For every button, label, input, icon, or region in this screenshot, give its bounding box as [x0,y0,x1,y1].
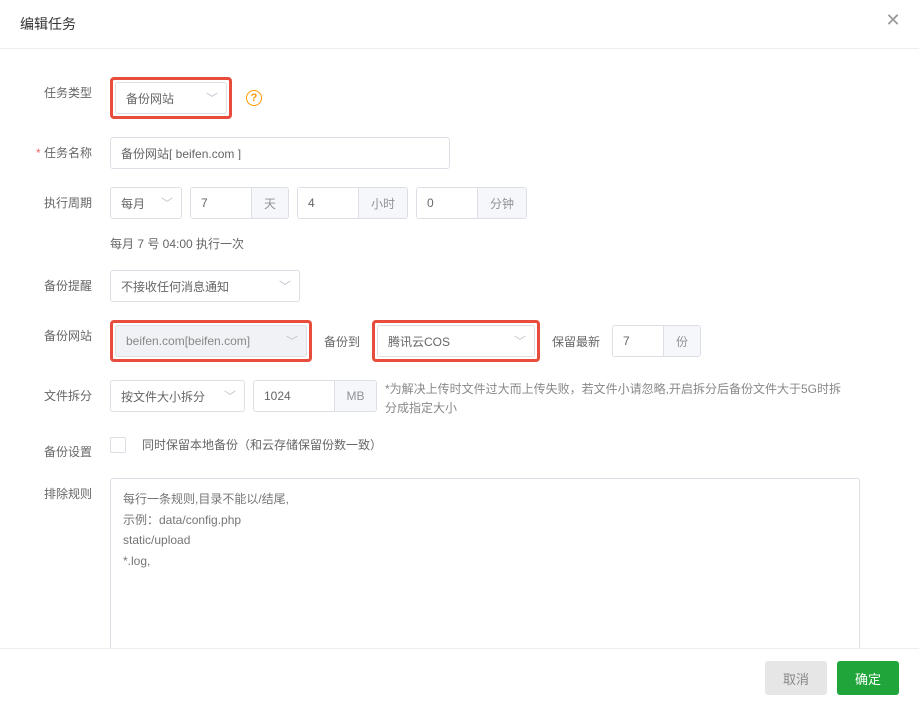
unit-keep: 份 [663,326,700,356]
cancel-button[interactable]: 取消 [765,661,827,695]
select-split-mode-value: 按文件大小拆分 [121,388,205,405]
label-site: 备份网站 [20,320,110,344]
help-icon[interactable]: ? [246,90,262,106]
unit-day: 天 [251,188,288,218]
input-task-name-wrap [110,137,450,169]
row-exclude: 排除规则 [20,478,899,648]
label-exclude: 排除规则 [20,478,110,502]
select-site[interactable]: beifen.com[beifen.com] ﹀ [115,325,307,357]
confirm-button[interactable]: 确定 [837,661,899,695]
chevron-down-icon: ﹀ [161,195,173,212]
select-cycle-mode-value: 每月 [121,195,145,212]
close-icon[interactable]: ✕ [881,8,905,32]
row-split: 文件拆分 按文件大小拆分 ﹀ MB *为解决上传时文件过大而上传失败，若文件小请… [20,380,899,418]
select-task-type-value: 备份网站 [126,90,174,107]
select-notify[interactable]: 不接收任何消息通知 ﹀ [110,270,300,302]
checkbox-keep-local[interactable] [110,437,126,453]
chevron-down-icon: ﹀ [224,388,236,405]
select-task-type[interactable]: 备份网站 ﹀ [115,82,227,114]
chevron-down-icon: ﹀ [279,278,291,295]
highlight-task-type: 备份网站 ﹀ [110,77,232,119]
row-cycle: 执行周期 每月 ﹀ 天 小时 [20,187,899,252]
modal-footer: 取消 确定 [0,648,919,707]
label-notify: 备份提醒 [20,270,110,294]
select-notify-value: 不接收任何消息通知 [121,278,229,295]
input-hour-wrap: 小时 [297,187,408,219]
cycle-inputs: 每月 ﹀ 天 小时 分钟 [110,187,527,219]
row-settings: 备份设置 同时保留本地备份（和云存储保留份数一致） [20,436,899,460]
select-cycle-mode[interactable]: 每月 ﹀ [110,187,182,219]
content-site: beifen.com[beifen.com] ﹀ 备份到 腾讯云COS ﹀ 保留… [110,320,899,362]
label-backup-to: 备份到 [320,333,364,350]
input-split-size[interactable] [254,381,334,411]
content-task-type: 备份网站 ﹀ ? [110,77,899,119]
select-backup-to[interactable]: 腾讯云COS ﹀ [377,325,535,357]
content-notify: 不接收任何消息通知 ﹀ [110,270,899,302]
content-cycle: 每月 ﹀ 天 小时 分钟 每月 7 号 [110,187,899,252]
label-settings: 备份设置 [20,436,110,460]
highlight-site: beifen.com[beifen.com] ﹀ [110,320,312,362]
checkbox-keep-local-label: 同时保留本地备份（和云存储保留份数一致） [142,436,382,453]
unit-split: MB [334,381,376,411]
content-settings: 同时保留本地备份（和云存储保留份数一致） [110,436,899,453]
row-task-name: 任务名称 [20,137,899,169]
content-split: 按文件大小拆分 ﹀ MB *为解决上传时文件过大而上传失败，若文件小请忽略,开启… [110,380,899,418]
unit-hour: 小时 [358,188,407,218]
split-note: *为解决上传时文件过大而上传失败，若文件小请忽略,开启拆分后备份文件大于5G时拆… [385,380,845,418]
input-split-size-wrap: MB [253,380,377,412]
row-site: 备份网站 beifen.com[beifen.com] ﹀ 备份到 腾讯云COS… [20,320,899,362]
input-day-wrap: 天 [190,187,289,219]
input-day[interactable] [191,188,251,218]
modal-title: 编辑任务 [20,16,76,32]
chevron-down-icon: ﹀ [206,90,218,107]
chevron-down-icon: ﹀ [514,333,526,350]
content-exclude [110,478,899,648]
textarea-exclude[interactable] [110,478,860,648]
input-minute[interactable] [417,188,477,218]
cycle-hint: 每月 7 号 04:00 执行一次 [110,235,244,252]
edit-task-modal: 编辑任务 ✕ 任务类型 备份网站 ﹀ ? 任务名称 [0,0,919,707]
input-task-name[interactable] [121,146,439,160]
unit-minute: 分钟 [477,188,526,218]
select-site-value: beifen.com[beifen.com] [126,334,250,348]
label-cycle: 执行周期 [20,187,110,211]
modal-header: 编辑任务 ✕ [0,0,919,49]
select-split-mode[interactable]: 按文件大小拆分 ﹀ [110,380,245,412]
label-keep: 保留最新 [548,333,604,350]
label-task-type: 任务类型 [20,77,110,101]
label-split: 文件拆分 [20,380,110,404]
input-minute-wrap: 分钟 [416,187,527,219]
select-backup-to-value: 腾讯云COS [388,333,450,350]
input-hour[interactable] [298,188,358,218]
modal-body: 任务类型 备份网站 ﹀ ? 任务名称 执行周期 [0,49,919,648]
row-notify: 备份提醒 不接收任何消息通知 ﹀ [20,270,899,302]
row-task-type: 任务类型 备份网站 ﹀ ? [20,77,899,119]
label-task-name: 任务名称 [20,137,110,161]
content-task-name [110,137,899,169]
input-keep[interactable] [613,326,663,356]
highlight-backup-to: 腾讯云COS ﹀ [372,320,540,362]
input-keep-wrap: 份 [612,325,701,357]
chevron-down-icon: ﹀ [286,333,298,350]
